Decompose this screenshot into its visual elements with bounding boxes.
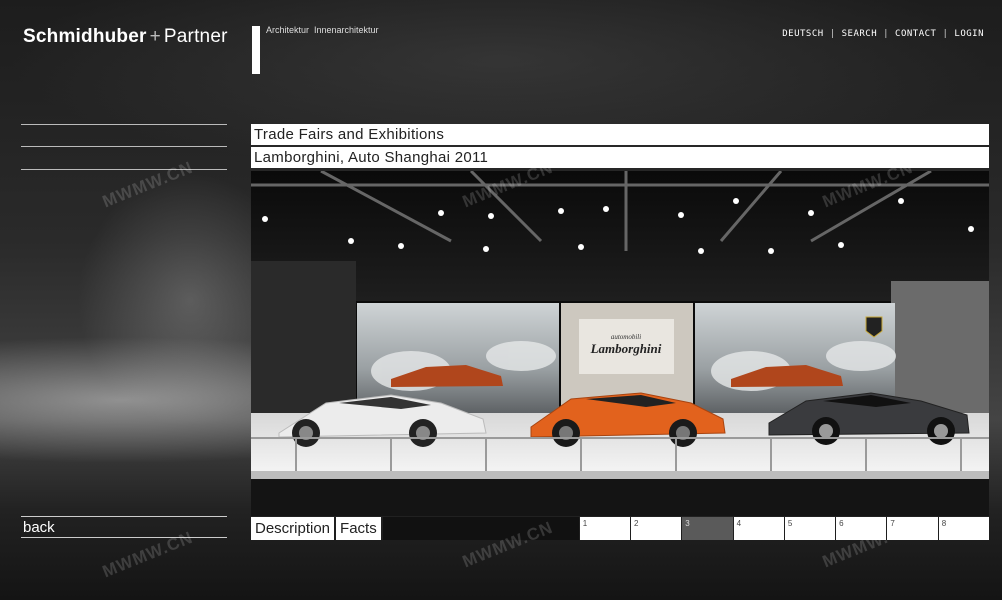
page-5[interactable]: 5 xyxy=(784,517,836,540)
brand-name-light: Partner xyxy=(163,26,228,47)
bottom-bar: Description Facts 1 2 3 4 5 6 7 8 xyxy=(251,517,989,540)
top-navigation: DEUTSCH | SEARCH | CONTACT | LOGIN xyxy=(782,29,984,39)
nav-login[interactable]: LOGIN xyxy=(954,29,984,39)
tab-description[interactable]: Description xyxy=(251,517,335,540)
page-7[interactable]: 7 xyxy=(887,517,938,540)
brand-logo[interactable]: Schmidhuber + Partner xyxy=(23,26,228,48)
backwall-brand: Lamborghini xyxy=(590,341,662,356)
page-1[interactable]: 1 xyxy=(579,517,630,540)
nav-separator: | xyxy=(883,29,890,39)
nav-search[interactable]: SEARCH xyxy=(842,29,878,39)
header-vertical-bar xyxy=(252,26,260,74)
brand-tagline: Architektur Innenarchitektur xyxy=(266,25,384,35)
sidebar-divider xyxy=(21,146,227,147)
project-category: Trade Fairs and Exhibitions xyxy=(251,124,989,145)
tagline-item: Innenarchitektur xyxy=(314,25,379,35)
sidebar-divider xyxy=(21,169,227,170)
page-3-active[interactable]: 3 xyxy=(682,517,733,540)
page-2[interactable]: 2 xyxy=(631,517,682,540)
back-link[interactable]: back xyxy=(21,516,227,538)
backwall-brand-small: automobili xyxy=(611,333,641,341)
project-photo[interactable]: automobili Lamborghini xyxy=(251,171,989,516)
page-8[interactable]: 8 xyxy=(938,517,989,540)
sidebar-divider xyxy=(21,124,227,125)
exhibition-stand-image: automobili Lamborghini xyxy=(251,171,989,516)
tagline-item: Architektur xyxy=(266,25,310,35)
nav-contact[interactable]: CONTACT xyxy=(895,29,936,39)
tab-facts[interactable]: Facts xyxy=(336,517,381,540)
nav-deutsch[interactable]: DEUTSCH xyxy=(782,29,823,39)
nav-separator: | xyxy=(942,29,949,39)
page-6[interactable]: 6 xyxy=(836,517,887,540)
nav-separator: | xyxy=(829,29,836,39)
page-4[interactable]: 4 xyxy=(733,517,784,540)
brand-plus: + xyxy=(149,26,161,47)
project-title: Lamborghini, Auto Shanghai 2011 xyxy=(251,147,989,168)
bottom-spacer xyxy=(382,517,579,540)
brand-name-bold: Schmidhuber xyxy=(23,26,147,47)
pagination: 1 2 3 4 5 6 7 8 xyxy=(579,517,989,540)
